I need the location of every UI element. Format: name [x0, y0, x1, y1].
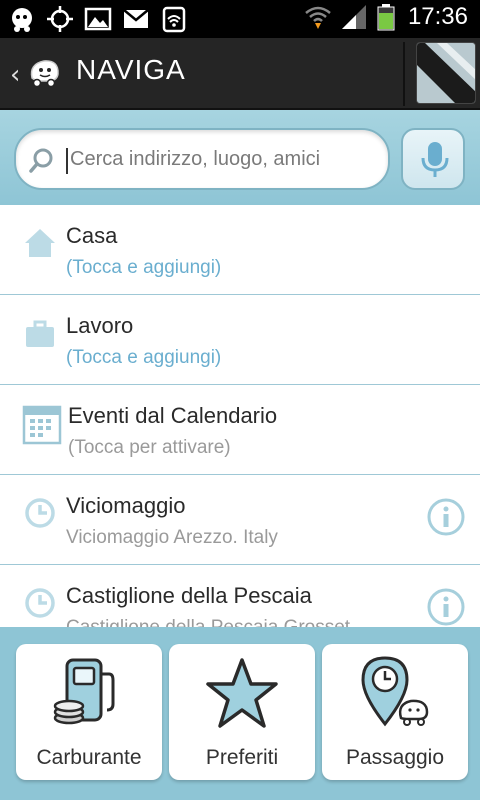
- info-icon[interactable]: [426, 587, 466, 627]
- search-area: Cerca indirizzo, luogo, amici: [0, 110, 480, 205]
- voice-search-button[interactable]: [401, 128, 465, 190]
- mail-icon: [123, 9, 149, 28]
- list-item-title: Casa: [66, 223, 118, 248]
- home-icon: [25, 229, 55, 257]
- battery-icon: [377, 4, 395, 31]
- star-icon: [206, 658, 278, 728]
- list-item-subtitle: (Tocca e aggiungi): [66, 257, 222, 278]
- clock-time: 17:36: [407, 3, 468, 30]
- list-item-lavoro[interactable]: Lavoro (Tocca e aggiungi): [0, 295, 480, 385]
- search-icon: [29, 148, 53, 173]
- clock-icon: [25, 588, 55, 618]
- fuel-button-label: Carburante: [36, 746, 142, 769]
- status-right-icons: 17:36: [304, 3, 468, 31]
- search-input[interactable]: Cerca indirizzo, luogo, amici: [14, 128, 390, 190]
- wifi-icon: [305, 6, 331, 29]
- list-item-title: Lavoro: [66, 313, 134, 338]
- image-icon: [84, 7, 112, 31]
- clock-icon: [25, 498, 55, 528]
- list-item-recent[interactable]: Viciomaggio Viciomaggio Arezzo. Italy: [0, 475, 480, 565]
- gps-icon: [47, 6, 73, 32]
- status-bar: 17:36: [0, 0, 480, 38]
- rideshare-icon: [361, 656, 429, 727]
- wifi-alt-icon: [162, 6, 186, 33]
- list-item-recent[interactable]: Castiglione della Pescaia Castiglione de…: [0, 565, 480, 627]
- briefcase-icon: [26, 320, 54, 347]
- waze-logo-icon[interactable]: [26, 54, 62, 90]
- info-icon[interactable]: [426, 497, 466, 537]
- list-item-title: Castiglione della Pescaia: [66, 583, 312, 608]
- status-left-icons: [8, 5, 188, 33]
- list-item-title: Viciomaggio: [66, 493, 186, 518]
- rideshare-button-label: Passaggio: [345, 746, 445, 769]
- list-item-calendar[interactable]: Eventi dal Calendario (Tocca per attivar…: [0, 385, 480, 475]
- favorites-button-label: Preferiti: [205, 746, 279, 769]
- list-item-title: Eventi dal Calendario: [68, 403, 278, 428]
- list-item-subtitle: Viciomaggio Arezzo. Italy: [66, 527, 278, 548]
- back-chevron-icon[interactable]: ‹: [10, 60, 20, 90]
- search-placeholder: Cerca indirizzo, luogo, amici: [70, 148, 321, 170]
- map-thumbnail-button[interactable]: [416, 42, 476, 104]
- page-title: NAVIGA: [76, 54, 186, 85]
- map-preview-icon: [417, 43, 475, 103]
- waze-notification-icon: [12, 8, 32, 32]
- text-cursor: [66, 148, 68, 174]
- header-divider: [403, 42, 405, 106]
- list-item-subtitle: (Tocca e aggiungi): [66, 347, 222, 368]
- rideshare-button[interactable]: Passaggio: [322, 644, 468, 780]
- microphone-icon: [421, 142, 449, 177]
- signal-icon: [341, 5, 366, 29]
- favorites-button[interactable]: Preferiti: [169, 644, 315, 780]
- calendar-icon: [22, 405, 62, 445]
- list-item-subtitle: (Tocca per attivare): [68, 437, 231, 458]
- list-item-casa[interactable]: Casa (Tocca e aggiungi): [0, 205, 480, 295]
- destination-list: Casa (Tocca e aggiungi) Lavoro (Tocca e …: [0, 205, 480, 627]
- fuel-button[interactable]: Carburante: [16, 644, 162, 780]
- fuel-pump-icon: [53, 658, 115, 725]
- bottom-action-bar: Carburante Preferiti Passaggio: [0, 627, 480, 800]
- list-item-subtitle: Castiglione della Pescaia Grosset: [66, 617, 350, 627]
- app-header: ‹ NAVIGA: [0, 38, 480, 110]
